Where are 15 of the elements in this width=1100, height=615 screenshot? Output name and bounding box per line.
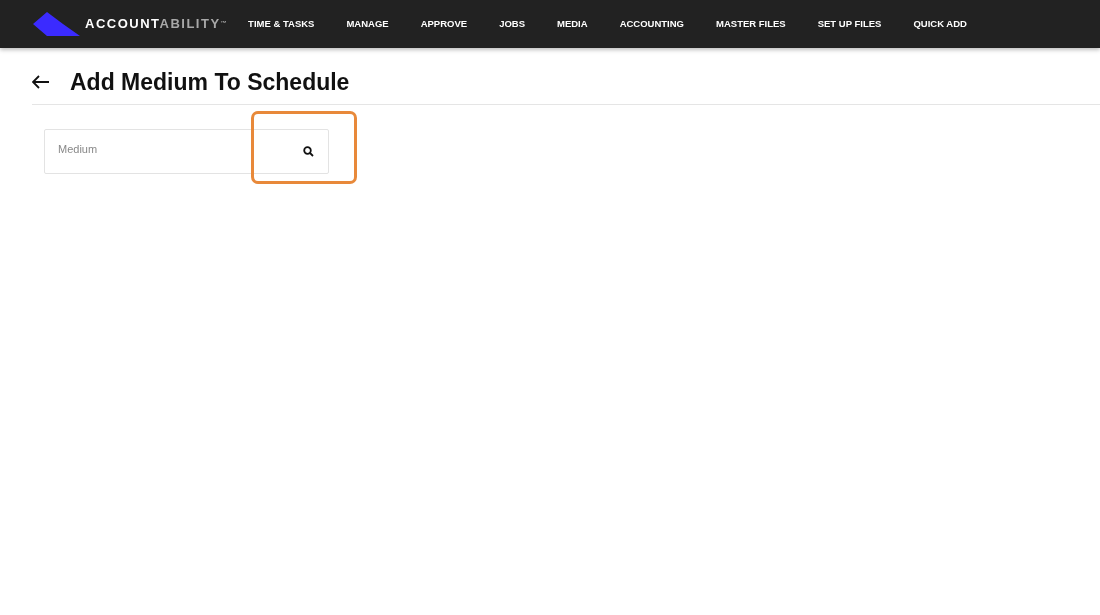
nav-link[interactable]: QUICK ADD [913,16,967,32]
logo-icon [33,12,80,36]
medium-search-field[interactable]: Medium [44,129,329,174]
nav-link[interactable]: SET UP FILES [817,16,882,32]
page-title: Add Medium To Schedule [70,67,350,97]
nav-link[interactable]: APPROVE [420,16,468,32]
nav-link[interactable]: TIME & TASKS [248,16,315,32]
nav-link[interactable]: ACCOUNTING [619,16,684,32]
nav-link[interactable]: MASTER FILES [716,16,786,32]
nav-link[interactable]: MEDIA [557,16,588,32]
back-arrow-icon[interactable] [32,75,50,89]
search-icon[interactable] [303,146,314,157]
nav-link[interactable]: JOBS [499,16,525,32]
nav-link[interactable]: MANAGE [346,16,389,32]
brand-name[interactable]: ACCOUNTABILITY$^{™}$ [85,14,229,34]
